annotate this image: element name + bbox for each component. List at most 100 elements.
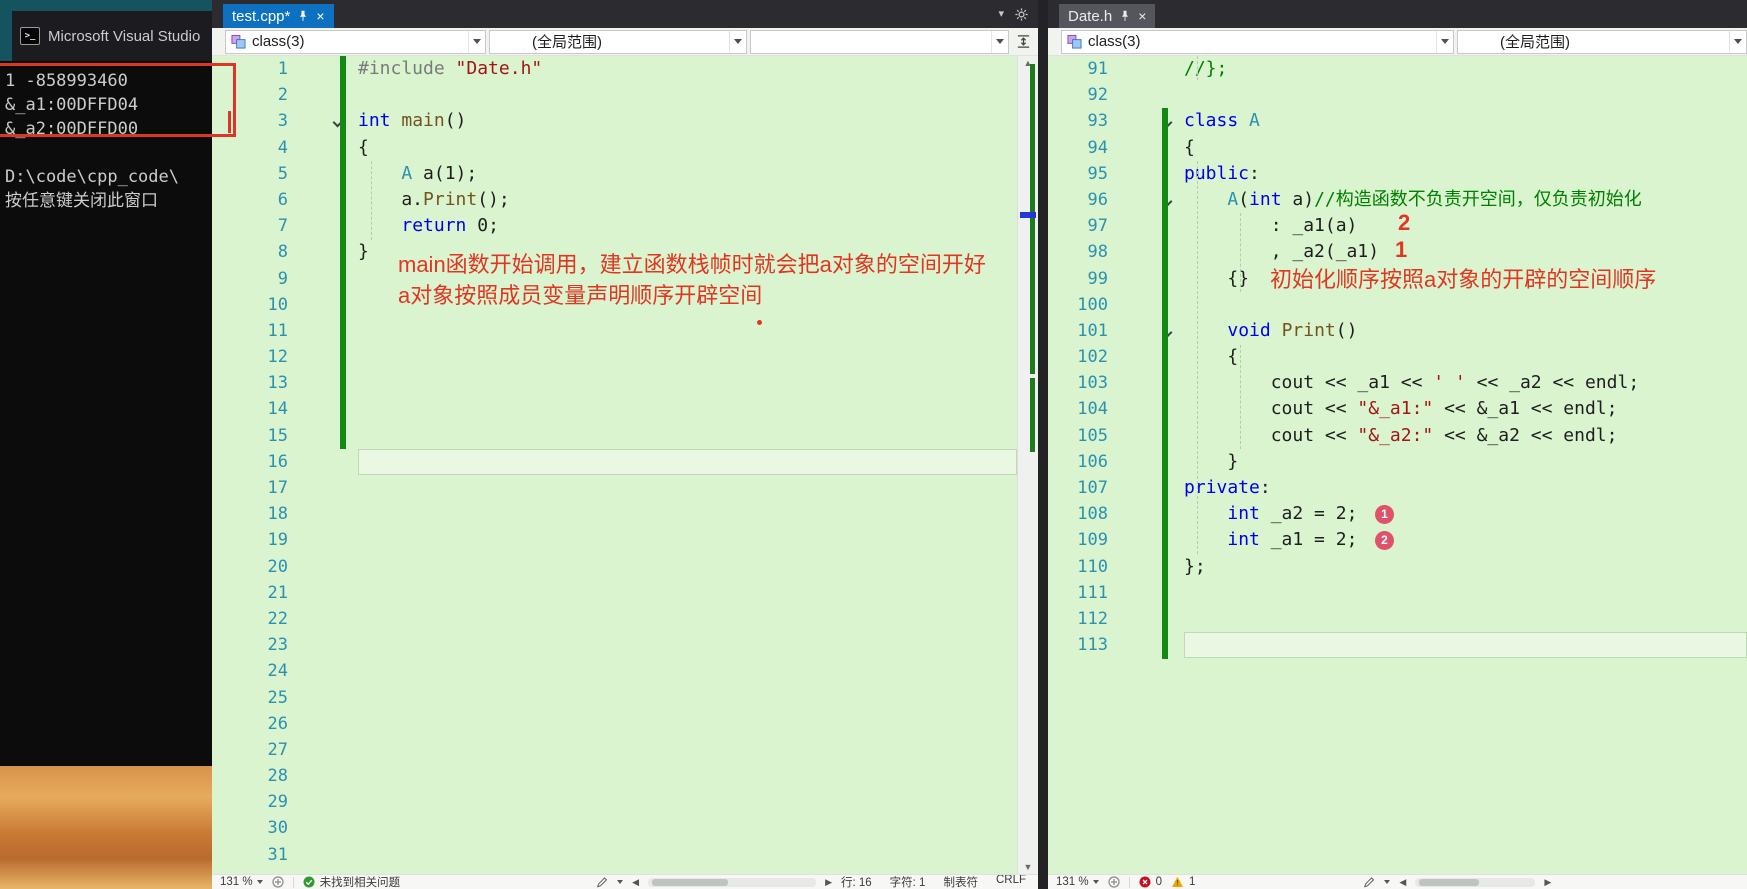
code-line[interactable]: 110};	[1048, 554, 1747, 580]
code-line[interactable]: 113	[1048, 632, 1747, 659]
chevron-down-icon[interactable]	[468, 30, 485, 53]
fold-chevron-icon[interactable]	[332, 108, 358, 134]
line-number: 94	[1087, 137, 1108, 158]
code-line[interactable]: 7 return 0;	[212, 213, 1017, 239]
code-line[interactable]: 21	[212, 580, 1017, 606]
code-line[interactable]: 109 int _a1 = 2;	[1048, 527, 1747, 553]
chevron-down-icon[interactable]	[1729, 30, 1746, 53]
project-scope-dropdown[interactable]: class(3)	[1061, 29, 1454, 54]
horizontal-scrollbar[interactable]	[648, 877, 817, 887]
caret-line-indicator[interactable]: 行: 16	[841, 875, 872, 889]
project-scope-dropdown[interactable]: class(3)	[225, 29, 487, 54]
code-line[interactable]: 24	[212, 658, 1017, 684]
scroll-left-icon[interactable]: ◀	[632, 877, 639, 888]
document-health[interactable]: 未找到相关问题	[303, 875, 400, 889]
close-icon[interactable]: ×	[316, 9, 324, 23]
code-line[interactable]: 13	[212, 370, 1017, 396]
vertical-scrollbar[interactable]: ▲ ▼	[1017, 56, 1038, 874]
pencil-dropdown-icon[interactable]	[1384, 880, 1391, 884]
code-line[interactable]: 112	[1048, 606, 1747, 632]
chevron-down-icon[interactable]	[991, 30, 1008, 53]
code-line[interactable]: 15	[212, 423, 1017, 449]
console-titlebar[interactable]: >_ Microsoft Visual Studio	[12, 11, 212, 61]
tab-date-h[interactable]: Date.h ×	[1059, 4, 1156, 28]
code-line[interactable]: 105 cout << "&_a2:" << &_a2 << endl;	[1048, 423, 1747, 449]
code-line[interactable]: 11	[212, 318, 1017, 344]
tab-list-chevron-icon[interactable]: ▾	[998, 7, 1004, 20]
code-line[interactable]: 3 int main()	[212, 108, 1017, 134]
chevron-down-icon[interactable]	[729, 30, 746, 53]
close-icon[interactable]: ×	[1138, 9, 1146, 23]
code-lines-test-cpp: 1 #include "Date.h" 2 3 int main() 4{5 A a(1)…	[212, 56, 1017, 868]
code-area-test-cpp[interactable]: 1 #include "Date.h" 2 3 int main() 4{5 A a(1)…	[212, 56, 1017, 874]
pencil-dropdown-icon[interactable]	[617, 880, 624, 884]
code-line[interactable]: 18	[212, 501, 1017, 527]
screen-reader-icon[interactable]	[1108, 876, 1120, 888]
error-count[interactable]: 0	[1139, 876, 1162, 888]
chevron-down-icon[interactable]	[1436, 30, 1453, 53]
code-line[interactable]: 1 #include "Date.h"	[212, 56, 1017, 82]
code-line[interactable]: 29	[212, 789, 1017, 815]
code-line[interactable]: 6 a.Print();	[212, 187, 1017, 213]
pin-icon[interactable]	[1119, 10, 1131, 22]
code-line[interactable]: 101 void Print()	[1048, 318, 1747, 344]
scroll-down-icon[interactable]: ▼	[1018, 862, 1038, 872]
code-line[interactable]: 23	[212, 632, 1017, 658]
zoom-control[interactable]: 131 %	[1056, 876, 1099, 888]
scroll-up-icon[interactable]: ▲	[1018, 58, 1038, 68]
scroll-right-icon[interactable]: ▶	[825, 877, 832, 888]
code-line[interactable]: 12	[212, 344, 1017, 370]
code-line[interactable]: 2	[212, 82, 1017, 108]
code-line[interactable]: 103 cout << _a1 << ' ' << _a2 << endl;	[1048, 370, 1747, 396]
code-line[interactable]: 22	[212, 606, 1017, 632]
pin-icon[interactable]	[297, 10, 309, 22]
scroll-right-icon[interactable]: ▶	[1544, 877, 1551, 888]
code-line[interactable]: 27	[212, 737, 1017, 763]
editor-group-splitter[interactable]	[1038, 0, 1048, 889]
eol-indicator[interactable]: CRLF	[996, 875, 1026, 889]
code-line[interactable]: 14	[212, 396, 1017, 422]
warning-count[interactable]: 1	[1171, 876, 1195, 888]
zoom-control[interactable]: 131 %	[220, 876, 263, 888]
pencil-icon[interactable]	[1363, 876, 1375, 888]
member-dropdown[interactable]	[750, 29, 1010, 54]
code-line[interactable]: 95 public:	[1048, 161, 1747, 187]
gutter	[1118, 56, 1164, 82]
code-line[interactable]: 30	[212, 815, 1017, 841]
screen-reader-icon[interactable]	[272, 876, 284, 888]
code-line[interactable]: 5 A a(1);	[212, 161, 1017, 187]
code-line[interactable]: 91 //};	[1048, 56, 1747, 82]
code-line[interactable]: 26	[212, 711, 1017, 737]
code-line[interactable]: 31	[212, 842, 1017, 868]
indent-mode-indicator[interactable]: 制表符	[943, 875, 978, 889]
code-line[interactable]: 111	[1048, 580, 1747, 606]
pencil-icon[interactable]	[596, 876, 608, 888]
scroll-left-icon[interactable]: ◀	[1399, 877, 1406, 888]
horizontal-scrollbar[interactable]	[1415, 877, 1536, 887]
horizontal-scrollbar-thumb[interactable]	[1419, 878, 1480, 886]
code-line[interactable]: 4{	[212, 135, 1017, 161]
code-line[interactable]: 104 cout << "&_a1:" << &_a1 << endl;	[1048, 396, 1747, 422]
code-line[interactable]: 106 }	[1048, 449, 1747, 475]
code-line[interactable]: 16	[212, 448, 1017, 475]
code-line[interactable]: 94 {	[1048, 135, 1747, 161]
code-line[interactable]: 28	[212, 763, 1017, 789]
global-scope-dropdown[interactable]: (全局范围)	[489, 29, 748, 54]
code-line[interactable]: 17	[212, 475, 1017, 501]
horizontal-scrollbar-thumb[interactable]	[652, 878, 729, 886]
code-line[interactable]: 107 private:	[1048, 475, 1747, 501]
tab-test-cpp[interactable]: test.cpp* ×	[223, 4, 334, 28]
code-line[interactable]: 25	[212, 685, 1017, 711]
code-line[interactable]: 108 int _a2 = 2;	[1048, 501, 1747, 527]
code-line[interactable]: 93 class A	[1048, 108, 1747, 134]
gear-icon[interactable]	[1015, 8, 1028, 21]
code-line[interactable]: 92	[1048, 82, 1747, 108]
split-window-button[interactable]	[1012, 30, 1034, 54]
code-line[interactable]: 19	[212, 527, 1017, 553]
caret-col-indicator[interactable]: 字符: 1	[890, 875, 926, 889]
code-line[interactable]: 102 {	[1048, 344, 1747, 370]
code-line[interactable]: 20	[212, 554, 1017, 580]
code-area-date-h[interactable]: 91 //}; 92 93 class A 94 {95 public: 96 A(int a)…	[1048, 56, 1747, 874]
code-line[interactable]: 100	[1048, 292, 1747, 318]
global-scope-dropdown[interactable]: (全局范围)	[1457, 29, 1747, 54]
